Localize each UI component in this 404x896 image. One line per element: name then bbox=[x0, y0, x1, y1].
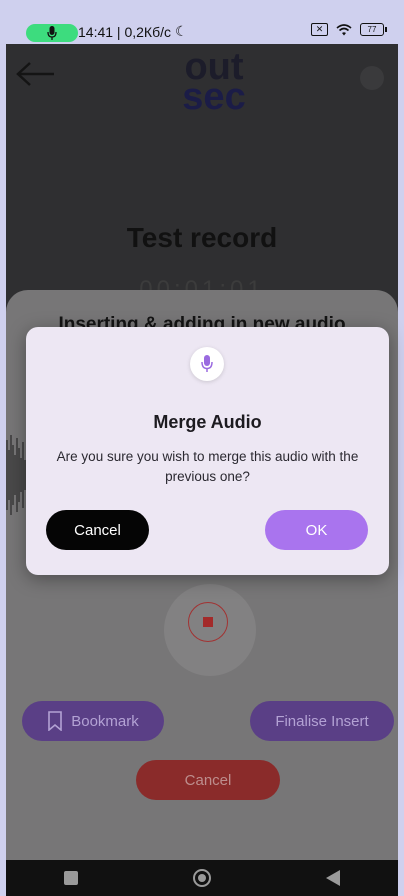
app-background: out sec Test record 00:01:01 bbox=[6, 44, 398, 303]
dialog-ok-button[interactable]: OK bbox=[265, 510, 368, 550]
finalise-insert-button[interactable]: Finalise Insert bbox=[250, 701, 394, 741]
home-button[interactable] bbox=[192, 869, 211, 887]
mic-active-indicator bbox=[26, 24, 78, 42]
back-button-icon[interactable] bbox=[326, 870, 341, 886]
microphone-icon bbox=[47, 26, 57, 40]
stop-record-button[interactable] bbox=[188, 602, 228, 642]
recents-button[interactable] bbox=[63, 871, 78, 885]
wifi-icon bbox=[336, 23, 352, 35]
status-time: 14:41 | 0,2Кб/с ☾ bbox=[78, 23, 188, 40]
stop-icon bbox=[203, 617, 213, 627]
bookmark-button[interactable]: Bookmark bbox=[22, 701, 164, 741]
dialog-title: Merge Audio bbox=[153, 412, 262, 432]
battery-icon: 77 bbox=[360, 23, 387, 36]
status-time-speed: 14:41 | 0,2Кб/с bbox=[78, 23, 171, 40]
bookmark-label: Bookmark bbox=[71, 712, 139, 730]
moon-icon: ☾ bbox=[174, 23, 188, 39]
gear-icon[interactable] bbox=[360, 66, 384, 90]
waveform bbox=[6, 435, 26, 515]
dialog-cancel-button[interactable]: Cancel bbox=[46, 510, 149, 550]
logo-line2: sec bbox=[182, 76, 246, 118]
bookmark-icon bbox=[48, 711, 63, 731]
system-nav-bar bbox=[6, 860, 398, 896]
status-icons: ✕ 77 bbox=[311, 23, 387, 36]
cancel-insert-button[interactable]: Cancel bbox=[136, 760, 280, 800]
dialog-message: Are you sure you wish to merge this audi… bbox=[56, 449, 359, 484]
recording-title: Test record bbox=[126, 222, 278, 253]
sim-off-icon: ✕ bbox=[311, 23, 328, 36]
merge-audio-dialog: Merge Audio Are you sure you wish to mer… bbox=[26, 327, 389, 575]
microphone-icon bbox=[201, 355, 213, 372]
status-bar: 14:41 | 0,2Кб/с ☾ ✕ 77 bbox=[6, 0, 398, 44]
back-arrow-icon[interactable] bbox=[16, 62, 56, 86]
app-logo: out sec bbox=[164, 48, 264, 118]
dialog-icon-badge bbox=[190, 347, 224, 381]
